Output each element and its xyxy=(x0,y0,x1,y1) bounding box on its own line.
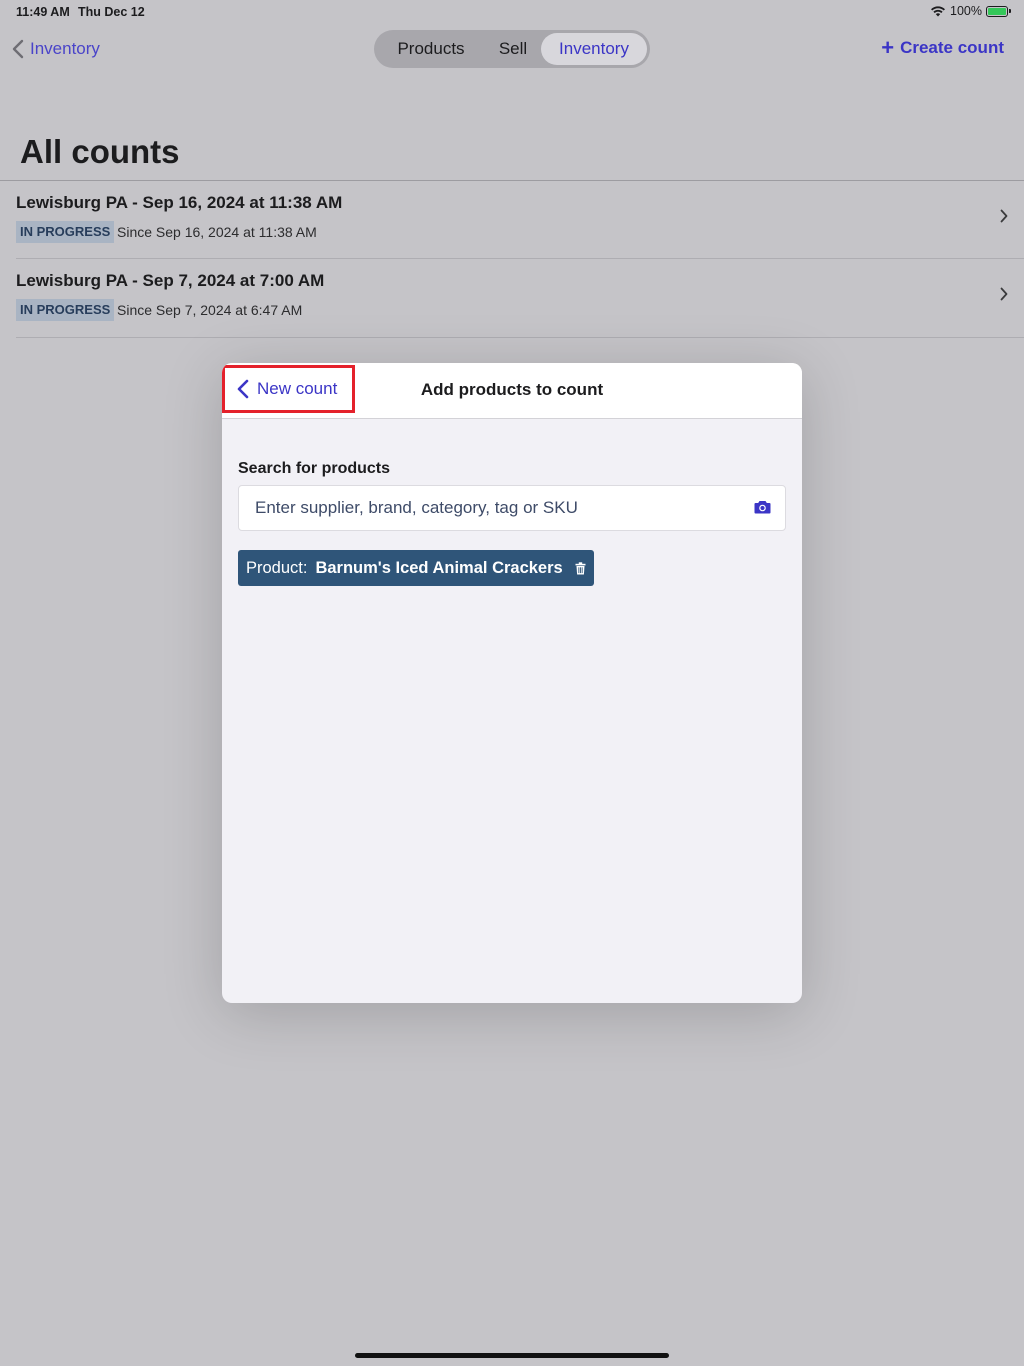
chip-key: Product: xyxy=(246,558,308,577)
nav-back-button[interactable]: Inventory xyxy=(12,36,100,62)
search-box xyxy=(238,485,786,531)
count-list-item[interactable]: Lewisburg PA - Sep 7, 2024 at 7:00 AM IN… xyxy=(0,259,1024,337)
status-bar: 11:49 AM Thu Dec 12 100% xyxy=(0,0,1024,24)
count-title: Lewisburg PA - Sep 16, 2024 at 11:38 AM xyxy=(16,193,343,212)
search-label: Search for products xyxy=(238,460,391,477)
count-since: Since Sep 16, 2024 at 11:38 AM xyxy=(117,224,317,240)
chevron-left-icon xyxy=(12,39,24,59)
chevron-right-icon xyxy=(1000,287,1008,301)
count-since: Since Sep 7, 2024 at 6:47 AM xyxy=(117,302,303,318)
status-right: 100% xyxy=(930,4,1011,18)
nav-back-label: Inventory xyxy=(30,39,100,58)
modal-header: New count Add products to count xyxy=(222,363,802,419)
plus-icon: + xyxy=(881,35,895,60)
status-date: Thu Dec 12 xyxy=(78,5,145,19)
tab-inventory[interactable]: Inventory xyxy=(541,33,647,65)
chip-value: Barnum's Iced Animal Crackers xyxy=(315,558,563,577)
home-indicator xyxy=(355,1353,669,1358)
trash-icon[interactable] xyxy=(575,561,586,575)
page-title: All counts xyxy=(20,133,180,170)
count-list-item[interactable]: Lewisburg PA - Sep 16, 2024 at 11:38 AM … xyxy=(0,181,1024,259)
count-title: Lewisburg PA - Sep 7, 2024 at 7:00 AM xyxy=(16,271,325,290)
create-count-label: Create count xyxy=(900,38,1004,57)
create-count-button[interactable]: + Create count xyxy=(881,35,1004,60)
modal-title: Add products to count xyxy=(420,380,604,399)
row-divider xyxy=(16,337,1024,338)
camera-icon[interactable] xyxy=(754,500,771,514)
battery-percent: 100% xyxy=(950,4,982,18)
wifi-icon xyxy=(931,6,946,17)
section-segmented-control: Products Sell Inventory xyxy=(374,30,650,68)
chevron-right-icon xyxy=(1000,209,1008,223)
tab-sell[interactable]: Sell xyxy=(485,33,541,65)
tab-products[interactable]: Products xyxy=(377,33,485,65)
add-products-modal: New count Add products to count Search f… xyxy=(222,363,802,1003)
product-filter-chip: Product: Barnum's Iced Animal Crackers xyxy=(238,550,594,586)
status-badge: IN PROGRESS xyxy=(16,221,115,243)
status-badge: IN PROGRESS xyxy=(16,299,115,321)
product-search-input[interactable] xyxy=(239,486,739,530)
status-time: 11:49 AM xyxy=(16,5,70,19)
battery-charging-icon xyxy=(986,5,1011,17)
